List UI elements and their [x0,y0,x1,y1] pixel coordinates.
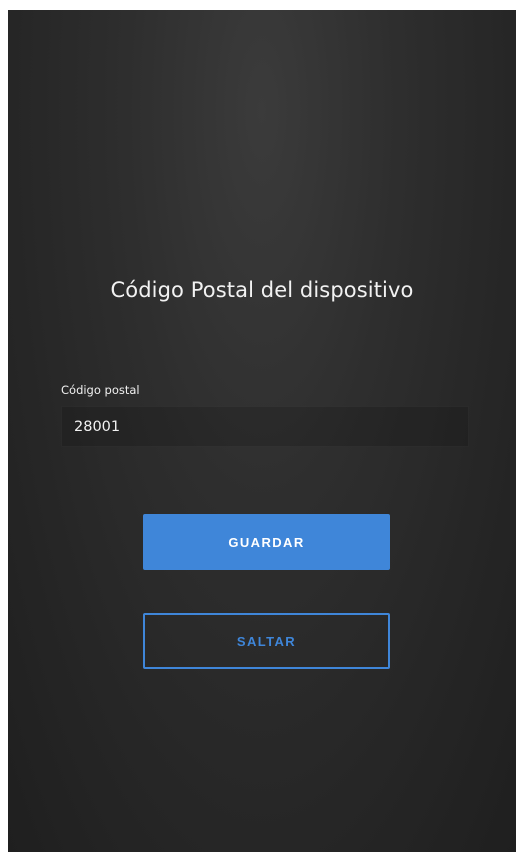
page-title: Código Postal del dispositivo [110,278,414,302]
postal-code-label: Código postal [61,383,140,397]
postal-code-input[interactable] [62,407,468,446]
postal-code-field[interactable] [61,406,469,447]
skip-button[interactable]: SALTAR [143,613,390,669]
postal-code-screen: Código Postal del dispositivo Código pos… [8,10,516,852]
save-button[interactable]: GUARDAR [143,514,390,570]
